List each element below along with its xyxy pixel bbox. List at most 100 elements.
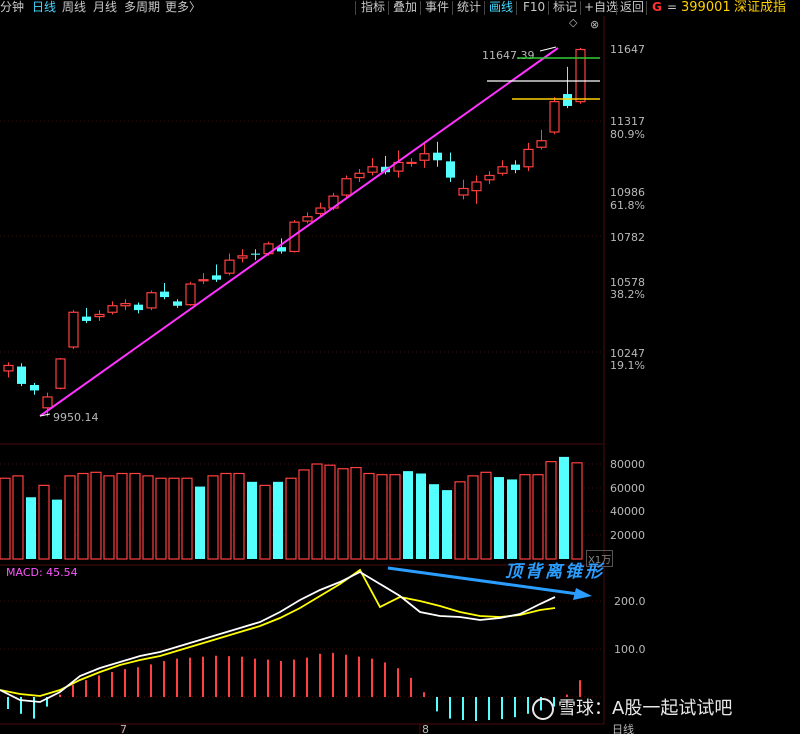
divergence-arrow-head [573, 588, 592, 600]
volume-bar [90, 471, 102, 560]
candle-body[interactable] [458, 187, 469, 196]
candle-body[interactable] [146, 292, 157, 309]
volume-bar [363, 472, 375, 560]
mark-button[interactable]: 标记 [553, 0, 577, 15]
tab-monthly[interactable]: 月线 [93, 0, 117, 15]
low-price-label: 9950.14 [53, 411, 99, 424]
candle-body[interactable] [42, 396, 53, 409]
candle-body[interactable] [367, 166, 378, 173]
add-watchlist-button[interactable]: +自选 [584, 0, 618, 15]
close-icon[interactable]: ⊗ [590, 18, 599, 31]
volume-bar [298, 469, 310, 560]
candle-body[interactable] [212, 275, 221, 280]
volume-bar [181, 477, 193, 560]
fib-tick: 19.1% [610, 359, 645, 372]
candle-body[interactable] [30, 385, 39, 391]
volume-bar [142, 475, 154, 560]
stock-name: 深证成指 [734, 0, 787, 15]
stats-button[interactable]: 统计 [457, 0, 481, 15]
tab-weekly[interactable]: 周线 [62, 0, 86, 15]
toolbar-divider [452, 1, 453, 15]
tab-multi-period[interactable]: 多周期 [124, 0, 160, 15]
overlay-button[interactable]: 叠加 [393, 0, 417, 15]
g-badge: G [652, 0, 662, 14]
candle-body[interactable] [341, 178, 352, 196]
candle-body[interactable] [471, 181, 482, 192]
volume-bar [507, 479, 517, 559]
volume-tick: 60000 [610, 482, 645, 495]
candle-body[interactable] [497, 166, 508, 174]
high-price-label: 11647.39 [482, 49, 535, 62]
volume-bar [116, 472, 128, 560]
candle-body[interactable] [446, 161, 455, 178]
volume-bar [168, 477, 180, 560]
candle-body[interactable] [484, 174, 495, 181]
candle-body[interactable] [3, 364, 14, 372]
toolbar-divider [548, 1, 549, 15]
macd-axis: 200.0 100.0 [614, 595, 646, 656]
candle-body[interactable] [511, 164, 520, 171]
candle-body[interactable] [354, 172, 365, 179]
candle-body[interactable] [107, 305, 118, 313]
candle-body[interactable] [549, 101, 560, 133]
toolbar-divider [388, 1, 389, 15]
volume-bar [77, 472, 89, 560]
volume-bar [0, 477, 11, 560]
candle-body[interactable] [185, 283, 196, 306]
kline-chart[interactable]: 11647 11317 80.9% 10986 61.8% 10782 1057… [0, 0, 800, 734]
volume-bar [38, 484, 50, 560]
candle-body[interactable] [224, 259, 235, 274]
candle-body[interactable] [134, 304, 143, 311]
toolbar-divider [580, 1, 581, 15]
watermark: 雪球：A股一起试试吧 [532, 694, 732, 720]
volume-bar [519, 474, 531, 560]
candle-body[interactable] [433, 152, 442, 161]
candle-body[interactable] [173, 301, 182, 306]
candle-body[interactable] [82, 316, 91, 321]
watermark-text: 雪球：A股一起试试吧 [558, 698, 733, 719]
volume-bar [571, 462, 583, 560]
candle-body[interactable] [315, 207, 326, 215]
event-button[interactable]: 事件 [425, 0, 449, 15]
candle-body[interactable] [563, 94, 572, 106]
time-tick-label: 8 [422, 723, 429, 734]
candle-body[interactable] [536, 140, 547, 148]
f10-button[interactable]: F10 [523, 0, 545, 15]
price-tick: 10782 [610, 231, 645, 244]
volume-tick: 80000 [610, 458, 645, 471]
candle-body[interactable] [160, 291, 169, 298]
back-button[interactable]: 返回 [620, 0, 644, 15]
diamond-icon[interactable]: ◇ [569, 16, 578, 29]
draw-line-button[interactable]: 画线 [489, 0, 513, 15]
candle-body[interactable] [419, 153, 430, 161]
volume-bar [273, 481, 283, 559]
volume-bar [52, 499, 62, 559]
candle-body[interactable] [94, 313, 105, 318]
volume-bar [480, 471, 492, 560]
candle-body[interactable] [120, 302, 131, 307]
volume-tick: 40000 [610, 505, 645, 518]
tab-minute[interactable]: 分钟 [0, 0, 24, 15]
candle-body[interactable] [523, 148, 534, 168]
volume-bar [155, 477, 167, 560]
volume-bar [559, 456, 569, 559]
macd-dea-line [0, 568, 556, 697]
candle-body[interactable] [68, 311, 79, 348]
candle-body[interactable] [198, 279, 209, 282]
candle-body[interactable] [406, 161, 417, 165]
trend-line[interactable] [39, 47, 559, 417]
volume-bar [129, 472, 141, 560]
tab-more[interactable]: 更多〉 [165, 0, 201, 15]
fib-tick: 61.8% [610, 199, 645, 212]
candle-body[interactable] [302, 216, 313, 222]
time-tick-label: 7 [120, 723, 127, 734]
candle-body[interactable] [55, 358, 66, 389]
candle-body[interactable] [251, 253, 260, 255]
candle-body[interactable] [237, 255, 248, 259]
tab-daily[interactable]: 日线 [32, 0, 56, 15]
toolbar-divider [616, 1, 617, 15]
volume-bar [337, 468, 349, 560]
candle-body[interactable] [17, 366, 26, 384]
volume-bar [454, 481, 466, 560]
indicator-button[interactable]: 指标 [361, 0, 385, 15]
